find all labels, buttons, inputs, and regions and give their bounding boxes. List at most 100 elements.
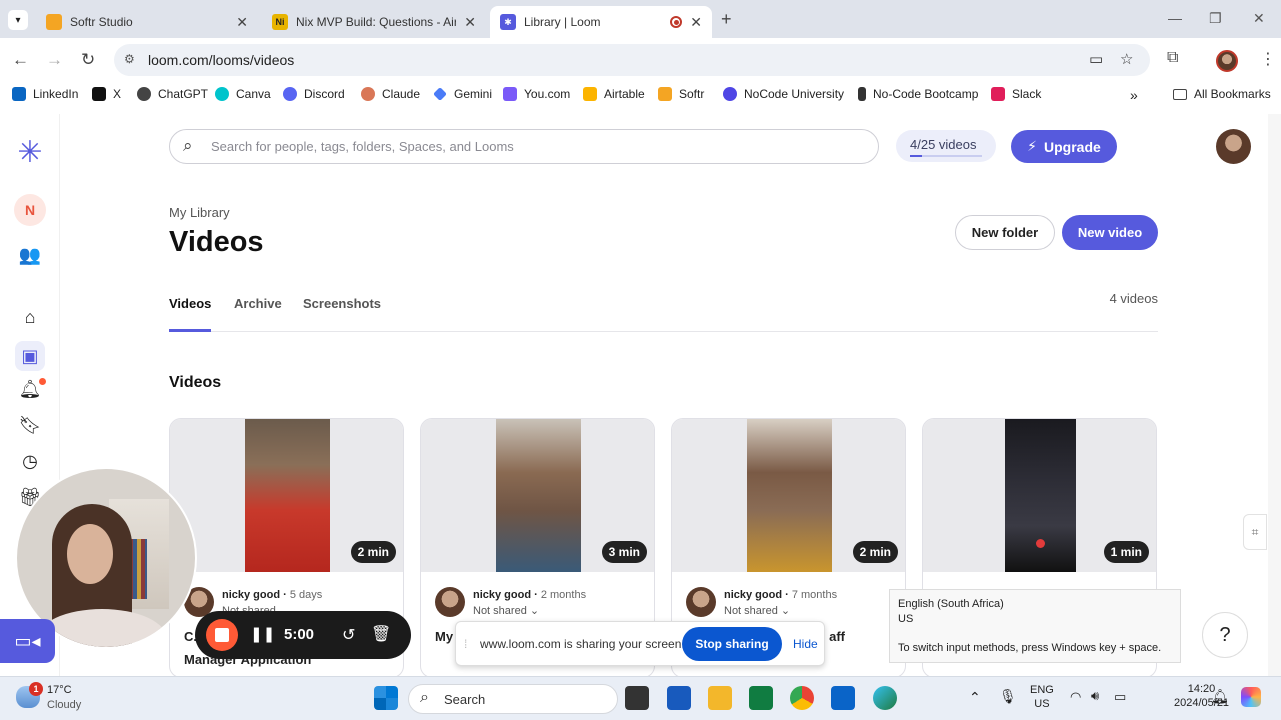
pause-icon[interactable]: ❚❚ [250,625,275,643]
history-clock-icon[interactable]: ◷ [18,449,42,473]
notification-bell-icon[interactable]: 🔔︎ [1211,688,1229,705]
site-settings-icon[interactable]: ⚙ [124,52,135,66]
bookmark-discord[interactable]: Discord [283,87,345,101]
bookmark-gemini[interactable]: Gemini [433,87,492,101]
nocode-university-icon [723,87,737,101]
new-tab-button[interactable]: + [721,9,732,30]
breadcrumb[interactable]: My Library [169,205,230,220]
bookmark-x[interactable]: X [92,87,121,101]
task-view-icon[interactable] [625,686,649,710]
tab-softr[interactable]: Softr Studio ✕ [36,6,258,38]
video-age: 7 months [791,589,838,601]
hide-button[interactable]: Hide [793,637,818,651]
video-thumbnail[interactable]: 2 min [672,419,905,572]
share-status[interactable]: Not shared ⌄ [724,604,790,617]
members-icon[interactable]: 👥 [18,243,42,267]
outlook-icon[interactable] [831,686,855,710]
tab-archive[interactable]: Archive [234,296,282,311]
drag-handle-icon[interactable]: ⁞ [464,637,467,651]
section-heading: Videos [169,374,222,391]
taskbar-search[interactable]: ⌕ Search [408,684,618,714]
profile-avatar[interactable] [1216,50,1238,72]
video-title[interactable]: My [435,629,453,644]
chrome-icon[interactable] [790,686,814,710]
video-quota-badge[interactable]: 4/25 videos [896,130,996,162]
tab-videos[interactable]: Videos [169,296,211,311]
reload-icon[interactable]: ↻ [81,50,95,70]
back-arrow-icon[interactable]: ← [12,50,29,70]
thumbnail-image [747,419,832,572]
chevron-down-icon: ⌄ [529,605,540,617]
bookmark-chatgpt[interactable]: ChatGPT [137,87,208,101]
share-status[interactable]: Not shared ⌄ [473,604,539,617]
bookmark-linkedin[interactable]: LinkedIn [12,87,78,101]
excel-icon[interactable] [749,686,773,710]
bookmark-nocode-university[interactable]: NoCode University [723,87,844,101]
close-window-icon[interactable]: ✕ [1253,10,1265,27]
search-input[interactable]: ⌕ Search for people, tags, folders, Spac… [169,129,879,164]
close-tab-icon[interactable]: ✕ [690,14,702,31]
loom-logo-icon[interactable]: ✳ [14,136,46,169]
wifi-icon[interactable]: ◠ [1070,689,1081,705]
word-icon[interactable] [667,686,691,710]
tab-screenshots[interactable]: Screenshots [303,296,381,311]
more-menu-icon[interactable]: ⋮ [1260,49,1276,69]
video-thumbnail[interactable]: 2 min [170,419,403,572]
duration-badge: 1 min [1103,541,1149,563]
restore-icon[interactable]: ❐ [1209,10,1222,27]
stop-recording-button[interactable] [206,619,238,651]
video-thumbnail[interactable]: 3 min [421,419,654,572]
side-panel-handle-icon[interactable]: ⌗ [1243,514,1267,550]
new-video-button[interactable]: New video [1062,215,1158,250]
slack-icon [991,87,1005,101]
bookmark-canva[interactable]: Canva [215,87,271,101]
restart-icon[interactable]: ↺ [342,625,355,645]
scrollbar[interactable] [1268,114,1281,676]
copilot-icon[interactable] [1241,687,1261,707]
bookmark-nocode-bootcamp[interactable]: No-Code Bootcamp [858,87,978,101]
home-icon[interactable]: ⌂ [18,305,42,329]
tab-loom[interactable]: ✱ Library | Loom ✕ [490,6,712,38]
stop-sharing-button[interactable]: Stop sharing [682,627,782,661]
windows-start-icon[interactable] [374,686,398,710]
file-explorer-icon[interactable] [708,686,732,710]
new-folder-button[interactable]: New folder [955,215,1055,250]
forward-arrow-icon[interactable]: → [46,50,63,70]
url-text[interactable]: loom.com/looms/videos [148,52,294,68]
loom-camera-button[interactable]: ▭◂ [0,619,55,663]
bookmark-icon[interactable]: 🔖︎ [18,413,42,437]
omnibox[interactable]: ⚙ loom.com/looms/videos ▭ ☆ [114,44,1150,76]
bookmark-slack[interactable]: Slack [991,87,1041,101]
weather-condition[interactable]: Cloudy [47,699,81,711]
video-title[interactable]: aff [829,629,845,644]
help-button[interactable]: ? [1202,612,1248,658]
edge-icon[interactable] [873,686,897,710]
camera-in-use-icon[interactable]: ▭ [1089,50,1103,68]
upgrade-button[interactable]: ⚡︎ Upgrade [1011,130,1117,163]
language-indicator[interactable]: ENG US [1030,684,1054,710]
all-bookmarks-folder[interactable]: All Bookmarks [1173,87,1271,101]
microphone-icon[interactable]: 🎙︎ [999,688,1017,705]
bookmark-star-icon[interactable]: ☆ [1120,50,1133,68]
bookmark-airtable[interactable]: Airtable [583,87,645,101]
tab-airtable[interactable]: Ni Nix MVP Build: Questions - Airt ✕ [262,6,486,38]
minimize-icon[interactable]: — [1168,10,1182,26]
battery-icon[interactable]: ▭ [1114,689,1126,705]
close-tab-icon[interactable]: ✕ [236,14,248,31]
close-tab-icon[interactable]: ✕ [464,14,476,31]
volume-icon[interactable]: 🔊︎ [1091,688,1099,704]
bookmark-claude[interactable]: Claude [361,87,420,101]
video-thumbnail[interactable]: 1 min [923,419,1156,572]
bookmark-softr[interactable]: Softr [658,87,704,101]
bookmarks-overflow-icon[interactable]: » [1130,87,1138,103]
user-avatar[interactable] [1216,129,1251,164]
trash-icon[interactable]: 🗑︎ [371,624,391,644]
tray-chevron-up-icon[interactable]: ⌃ [969,689,981,706]
duration-badge: 3 min [601,541,647,563]
bookmark-youcom[interactable]: You.com [503,87,570,101]
extensions-icon[interactable]: ⧉ [1167,49,1178,67]
library-icon[interactable]: ▣ [15,341,45,371]
workspace-avatar[interactable]: N [14,194,46,226]
weather-temp[interactable]: 17°C [47,684,72,696]
tab-search-button[interactable]: ▾ [8,10,28,30]
